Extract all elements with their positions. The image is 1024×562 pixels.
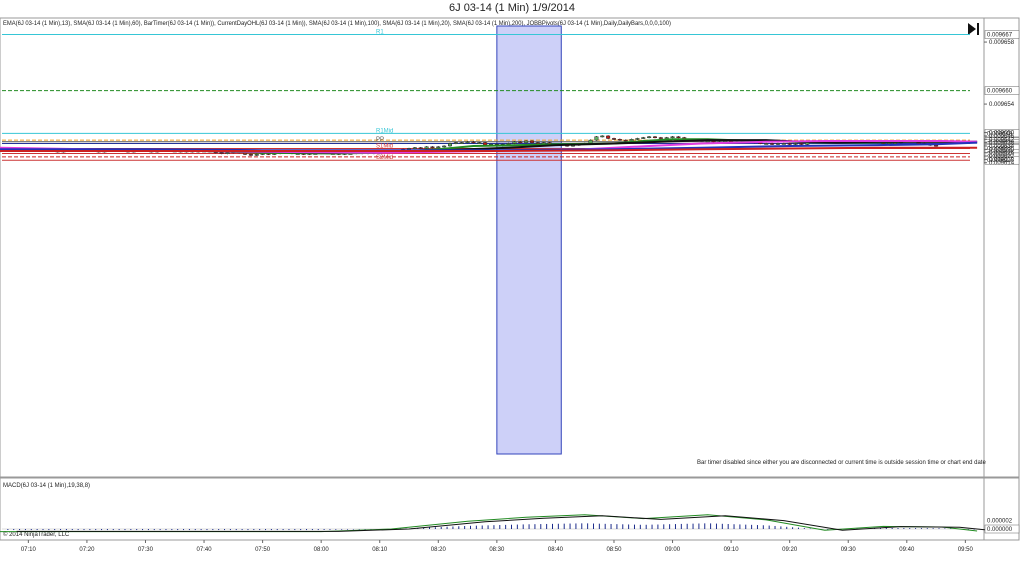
candle-body[interactable]	[764, 143, 769, 145]
candle-body[interactable]	[623, 139, 628, 142]
candle-body[interactable]	[723, 140, 728, 143]
candle-body[interactable]	[775, 143, 780, 145]
pivot-level-label: S1Mid	[376, 143, 393, 149]
pivot-level-label: S2Mid	[376, 155, 393, 161]
candle-body[interactable]	[459, 142, 464, 144]
x-tick-label: 08:40	[548, 547, 564, 553]
candle-body[interactable]	[600, 135, 605, 138]
x-tick-label: 08:30	[489, 547, 505, 553]
pivot-level-label: R1	[376, 30, 384, 36]
bar-timer-note: Bar timer disabled since either you are …	[697, 460, 986, 466]
candle-body[interactable]	[658, 137, 663, 139]
candle-body[interactable]	[524, 140, 529, 143]
candle-body[interactable]	[787, 143, 792, 145]
candle-body[interactable]	[424, 146, 429, 149]
candle-body[interactable]	[447, 143, 453, 147]
candle-body[interactable]	[254, 154, 259, 156]
x-tick-label: 08:00	[314, 547, 330, 553]
candle-body[interactable]	[412, 147, 417, 149]
candle-body[interactable]	[711, 140, 716, 143]
y-tick-label: 0.009658	[989, 40, 1015, 46]
candle-body[interactable]	[652, 136, 657, 139]
candle-body[interactable]	[664, 137, 669, 139]
x-tick-label: 09:00	[665, 547, 681, 553]
x-tick-label: 07:40	[197, 547, 213, 553]
candle-body[interactable]	[453, 142, 458, 144]
candle-body[interactable]	[635, 138, 640, 140]
candle-body[interactable]	[781, 143, 786, 145]
chart-title: 6J 03-14 (1 Min) 1/9/2014	[449, 2, 575, 14]
candle-body[interactable]	[629, 139, 634, 142]
x-tick-label: 08:20	[431, 547, 447, 553]
candle-body[interactable]	[518, 141, 523, 144]
candle-body[interactable]	[611, 138, 616, 140]
candle-body[interactable]	[219, 152, 224, 154]
candle-body[interactable]	[670, 136, 675, 139]
candle-body[interactable]	[477, 142, 482, 144]
pivot-level-label: PP	[376, 137, 384, 143]
candle-body[interactable]	[594, 136, 599, 141]
x-tick-label: 08:10	[372, 547, 388, 553]
y-tick-label: 0.009654	[989, 102, 1015, 108]
candle-body[interactable]	[248, 154, 253, 156]
pivot-level-label: R1Mid	[376, 128, 393, 134]
candle-body[interactable]	[793, 143, 798, 145]
x-tick-label: 09:20	[782, 547, 798, 553]
price-marker-label: 0.009660	[987, 89, 1013, 95]
x-tick-label: 07:50	[255, 547, 271, 553]
candle-body[interactable]	[225, 152, 230, 154]
indicator-list-label: EMA(6J 03-14 (1 Min),13), SMA(6J 03-14 (…	[3, 21, 671, 27]
x-tick-label: 09:50	[958, 547, 974, 553]
candle-body[interactable]	[442, 145, 447, 148]
x-tick-label: 09:40	[899, 547, 915, 553]
candle-body[interactable]	[799, 143, 804, 145]
x-tick-label: 09:10	[724, 547, 740, 553]
x-tick-label: 09:30	[841, 547, 857, 553]
candle-body[interactable]	[676, 136, 681, 139]
candle-body[interactable]	[418, 147, 423, 149]
candle-body[interactable]	[617, 139, 622, 141]
candle-body[interactable]	[529, 140, 535, 143]
macd-tick-label: 0.000002	[987, 519, 1013, 525]
macd-label: MACD(6J 03-14 (1 Min),19,38,8)	[3, 483, 90, 489]
x-tick-label: 07:20	[79, 547, 95, 553]
candle-body[interactable]	[606, 135, 611, 139]
candle-body[interactable]	[641, 137, 646, 139]
x-tick-label: 08:50	[606, 547, 622, 553]
candle-body[interactable]	[770, 143, 775, 145]
candle-body[interactable]	[465, 141, 470, 144]
candle-body[interactable]	[647, 136, 652, 139]
candle-body[interactable]	[430, 146, 435, 149]
candle-body[interactable]	[436, 146, 441, 149]
macd-panel[interactable]	[0, 477, 1020, 541]
candle-body[interactable]	[471, 141, 476, 144]
chart-frame[interactable]: EMA(6J 03-14 (1 Min),13), SMA(6J 03-14 (…	[0, 14, 1024, 562]
candle-body[interactable]	[512, 141, 517, 144]
candle-body[interactable]	[535, 142, 540, 144]
price-marker-label: 0.009667	[987, 33, 1013, 39]
x-tick-label: 07:30	[138, 547, 154, 553]
y-tick-label: 0.009614	[989, 161, 1015, 167]
x-tick-label: 07:10	[21, 547, 37, 553]
macd-zero-label: 0.000000	[987, 527, 1013, 533]
candle-body[interactable]	[541, 142, 546, 144]
